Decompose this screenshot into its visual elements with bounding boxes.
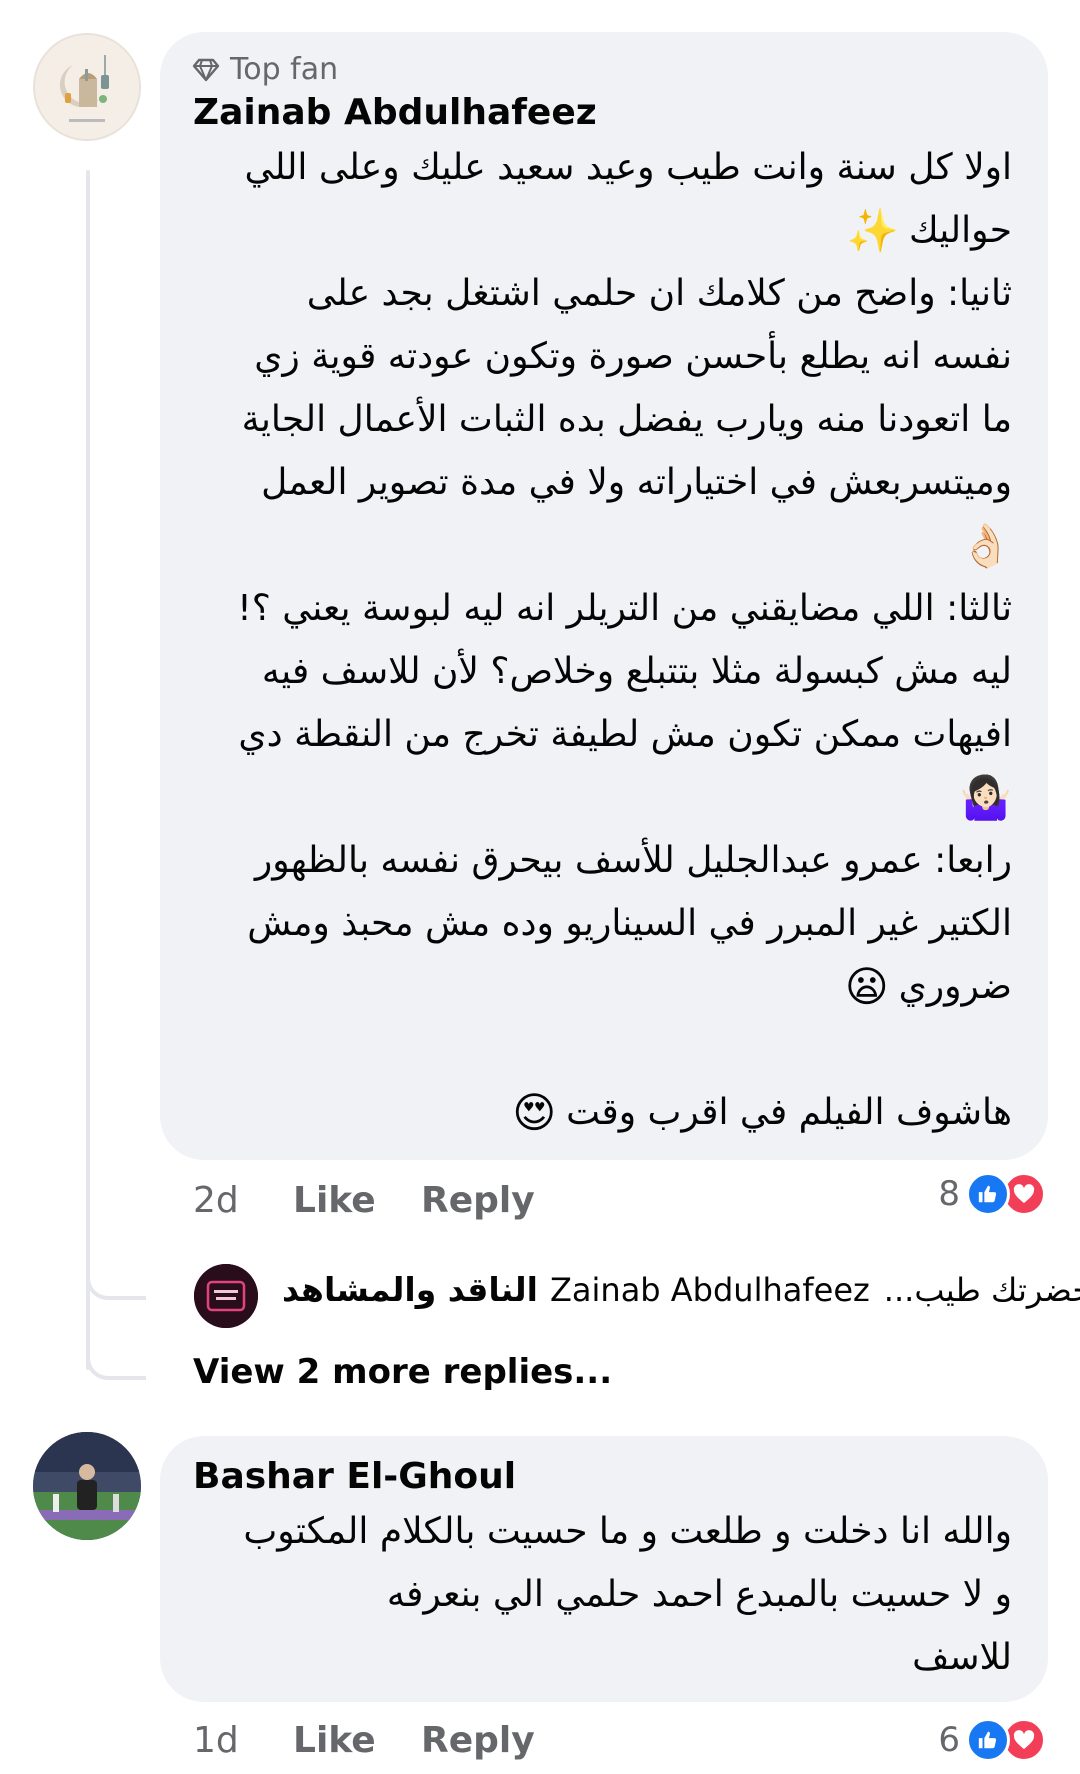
- page-avatar[interactable]: [194, 1264, 258, 1328]
- reaction-count: 6: [938, 1720, 960, 1760]
- top-fan-badge: Top fan: [192, 52, 338, 87]
- diamond-icon: [192, 58, 220, 81]
- comment-line: افيهات ممكن تكون مش لطيفة تخرج من النقطة…: [238, 714, 1012, 755]
- comment-line: الكتير غير المبرر في السيناريو وده مش مح…: [247, 903, 1012, 944]
- like-icon: [966, 1172, 1010, 1216]
- ok-hand-emoji: 👌🏻: [959, 520, 1012, 570]
- comment-author[interactable]: Bashar El-Ghoul: [193, 1456, 516, 1497]
- sparkles-emoji: ✨: [846, 205, 899, 255]
- comment-line: هاشوف الفيلم في اقرب وقت 😍: [512, 1087, 1012, 1137]
- comment-actions: 1d Like Reply: [193, 1720, 535, 1761]
- view-more-replies-link[interactable]: View 2 more replies...: [193, 1352, 612, 1392]
- comment-line: رابعا: عمرو عبدالجليل للأسف بيحرق نفسه ب…: [254, 840, 1012, 881]
- reactions-summary[interactable]: 8: [938, 1172, 1046, 1216]
- heart-eyes-emoji: 😍: [512, 1087, 557, 1137]
- comment-line: 👌🏻: [192, 514, 1012, 577]
- comment-author[interactable]: Zainab Abdulhafeez: [193, 92, 597, 133]
- comment-line-blank: [192, 1018, 1012, 1081]
- avatar[interactable]: [33, 1432, 141, 1540]
- like-button[interactable]: Like: [293, 1180, 421, 1221]
- comment-text: والله انا دخلت و طلعت و ما حسيت بالكلام …: [192, 1500, 1012, 1689]
- page-logo-icon: [194, 1264, 258, 1328]
- avatar[interactable]: [33, 33, 141, 141]
- thread-connector: [86, 1240, 146, 1300]
- like-icon: [966, 1718, 1010, 1762]
- reply-snippet: وحضرتك طيب...: [883, 1270, 1080, 1309]
- comment-line: نفسه انه يطلع بأحسن صورة وتكون عودته قوي…: [254, 336, 1012, 377]
- comment-line: ثالثا: اللي مضايقني من التريلر انه ليه ل…: [237, 588, 1012, 629]
- comment-line: والله انا دخلت و طلعت و ما حسيت بالكلام …: [243, 1511, 1012, 1552]
- comment-time[interactable]: 2d: [193, 1180, 293, 1221]
- reply-mention: Zainab Abdulhafeez: [549, 1270, 870, 1309]
- comment-line: ثانيا: واضح من كلامك ان حلمي اشتغل بجد ع…: [306, 273, 1012, 314]
- thread-connector: [86, 1320, 146, 1380]
- top-fan-label: Top fan: [230, 52, 339, 87]
- comment-text: اولا كل سنة وانت طيب وعيد سعيد عليك وعلى…: [192, 136, 1012, 1144]
- reply-button[interactable]: Reply: [421, 1180, 535, 1221]
- stadium-photo-icon: [33, 1432, 141, 1540]
- comment-line: 🤷🏻‍♀️: [192, 766, 1012, 829]
- reaction-count: 8: [938, 1174, 960, 1214]
- comment-line: ليه مش كبسولة مثلا بتتبلع وخلاص؟ لأن للا…: [261, 651, 1012, 692]
- comment-line: و لا حسيت بالمبدع احمد حلمي الي بنعرفه: [386, 1574, 1012, 1615]
- comment-line: ضروري 😦: [844, 961, 1012, 1011]
- comment-line: وميتسربعش في اختياراته ولا في مدة تصوير …: [261, 462, 1012, 503]
- mosque-lantern-icon: [35, 35, 139, 139]
- comment-line: اولا كل سنة وانت طيب وعيد سعيد عليك وعلى…: [244, 147, 1012, 188]
- comment-line: ما اتعودنا منه ويارب يفضل بده الثبات الأ…: [241, 399, 1012, 440]
- reply-author: الناقد والمشاهد: [282, 1270, 538, 1309]
- frowning-emoji: 😦: [844, 961, 889, 1011]
- like-button[interactable]: Like: [293, 1720, 421, 1761]
- reply-button[interactable]: Reply: [421, 1720, 535, 1761]
- comment-actions: 2d Like Reply: [193, 1180, 535, 1221]
- reactions-summary[interactable]: 6: [938, 1718, 1046, 1762]
- shrug-emoji: 🤷🏻‍♀️: [959, 772, 1012, 822]
- comment-line: حواليك ✨: [846, 205, 1012, 255]
- comment-line: للاسف: [912, 1637, 1012, 1678]
- reply-preview[interactable]: الناقد والمشاهد Zainab Abdulhafeez وحضرت…: [282, 1270, 1080, 1309]
- comment-time[interactable]: 1d: [193, 1720, 293, 1761]
- thread-line: [86, 170, 90, 1370]
